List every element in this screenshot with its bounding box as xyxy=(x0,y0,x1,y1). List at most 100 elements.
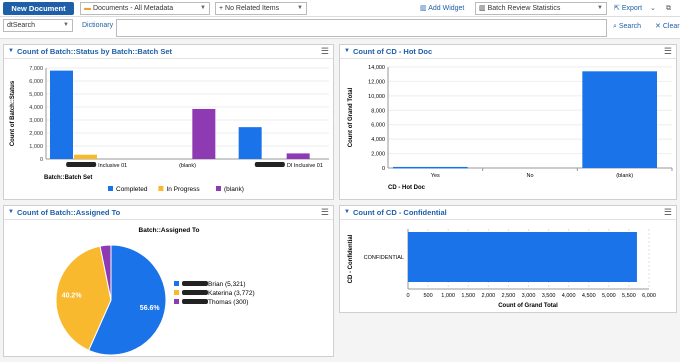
redaction-mark xyxy=(182,281,208,286)
x-tick-label: (blank) xyxy=(179,163,196,169)
chevron-down-icon: ▼ xyxy=(200,5,206,11)
hot-doc-widget: ▼ Count of CD - Hot Doc ☰ 0 2,000 4,000 6,0… xyxy=(339,44,677,200)
y-tick-label: 2,000 xyxy=(371,152,385,158)
clear-button-label: Clear xyxy=(662,23,680,30)
legend-swatch xyxy=(174,290,179,295)
search-button-label: Search xyxy=(618,23,642,30)
bar xyxy=(286,153,310,159)
x-tick-label: No xyxy=(526,173,533,179)
y-tick-label: 0 xyxy=(382,166,385,172)
related-items-label: + No Related Items xyxy=(219,5,280,12)
dictionary-link[interactable]: Dictionary xyxy=(82,19,113,32)
legend-swatch xyxy=(174,281,179,286)
x-tick-label: 4,000 xyxy=(562,293,576,299)
x-tick-label: 3,000 xyxy=(522,293,536,299)
search-input[interactable] xyxy=(116,19,607,37)
export-icon: ⇱ xyxy=(614,5,620,12)
legend-label: Katerina (3,772) xyxy=(208,290,255,297)
search-button[interactable]: ⌕ Search xyxy=(613,20,641,33)
y-axis-label: Count of Grand Total xyxy=(348,87,354,147)
search-icon: ⌕ xyxy=(613,23,617,30)
slice-label: 40.2% xyxy=(62,293,83,300)
y-tick-label: 3,000 xyxy=(29,118,43,124)
chevron-down-icon: ⌄ xyxy=(650,5,656,12)
bar xyxy=(50,70,73,159)
export-button[interactable]: ⇱ Export xyxy=(614,2,642,15)
menu-icon[interactable]: ☰ xyxy=(321,46,329,57)
popout-icon: ⧉ xyxy=(666,5,671,12)
x-axis-label: Count of Grand Total xyxy=(498,303,558,309)
collapse-icon[interactable]: ▼ xyxy=(8,48,14,54)
hot-doc-chart: 0 2,000 4,000 6,000 8,000 10,000 12,000 14,000 C… xyxy=(348,65,673,191)
redaction-mark xyxy=(66,162,97,167)
chevron-down-icon: ▼ xyxy=(297,5,303,11)
x-tick-label: 500 xyxy=(423,293,432,299)
assigned-to-widget: ▼ Count of Batch::Assigned To ☰ Batch::A… xyxy=(3,205,334,357)
batch-status-widget: ▼ Count of Batch::Status by Batch::Batch… xyxy=(3,44,334,200)
y-axis-label: Count of Batch::Status xyxy=(10,80,16,146)
confidential-widget: ▼ Count of CD - Confidential ☰ 0 500 1,000… xyxy=(339,205,677,313)
folder-icon: ▬ xyxy=(84,5,91,12)
widget-header: ▼ Count of CD - Confidential ☰ xyxy=(340,206,676,220)
related-items-select[interactable]: + No Related Items ▼ xyxy=(215,2,307,15)
clear-button[interactable]: ✕ Clear xyxy=(655,20,680,33)
dashboard-label: Batch Review Statistics xyxy=(487,5,561,12)
add-widget-button[interactable]: ▥ Add Widget xyxy=(420,2,464,15)
widget-title: Count of Batch::Status by Batch::Batch S… xyxy=(17,47,173,56)
bar xyxy=(238,127,262,159)
y-tick-label: 6,000 xyxy=(371,123,385,129)
y-tick-label: 12,000 xyxy=(368,79,385,85)
bar xyxy=(582,71,657,168)
x-tick-label: (blank) xyxy=(616,173,633,179)
widget-header: ▼ Count of CD - Hot Doc ☰ xyxy=(340,45,676,59)
y-axis-label: CD - Confidential xyxy=(348,234,354,283)
legend-label: In Progress xyxy=(166,186,200,193)
y-tick-label: 5,000 xyxy=(29,92,43,98)
x-tick-label: 4,500 xyxy=(582,293,596,299)
x-axis-label: Batch::Batch Set xyxy=(44,175,92,181)
chevron-down-icon: ▼ xyxy=(63,22,69,28)
add-widget-label: Add Widget xyxy=(428,5,465,12)
x-tick-label: 5,000 xyxy=(602,293,616,299)
bar xyxy=(74,154,97,159)
y-tick-label: CONFIDENTIAL xyxy=(364,255,404,261)
legend-label: (blank) xyxy=(224,186,244,193)
x-tick-label: 2,500 xyxy=(502,293,516,299)
y-tick-label: 4,000 xyxy=(29,105,43,111)
widget-header: ▼ Count of Batch::Assigned To ☰ xyxy=(4,206,333,220)
y-tick-label: 6,000 xyxy=(29,79,43,85)
dashboard-select[interactable]: ▥ Batch Review Statistics ▼ xyxy=(475,2,607,15)
menu-icon[interactable]: ☰ xyxy=(664,46,672,57)
documents-view-select[interactable]: ▬ Documents - All Metadata ▼ xyxy=(80,2,210,15)
y-tick-label: 0 xyxy=(40,157,43,163)
export-menu-button[interactable]: ⌄ xyxy=(650,2,656,15)
collapse-icon[interactable]: ▼ xyxy=(344,48,350,54)
search-type-select[interactable]: dtSearch ▼ xyxy=(3,19,73,32)
x-axis-label: CD - Hot Doc xyxy=(388,185,426,191)
collapse-icon[interactable]: ▼ xyxy=(344,209,350,215)
widget-title: Count of CD - Confidential xyxy=(353,208,447,217)
y-tick-label: 14,000 xyxy=(368,65,385,71)
search-type-label: dtSearch xyxy=(7,22,36,29)
y-tick-label: 7,000 xyxy=(29,66,43,72)
documents-view-label: Documents - All Metadata xyxy=(92,5,174,12)
new-document-button[interactable]: New Document xyxy=(3,2,74,15)
collapse-icon[interactable]: ▼ xyxy=(8,209,14,215)
popout-button[interactable]: ⧉ xyxy=(666,2,671,15)
search-bar: dtSearch ▼ Dictionary ⌕ Search ✕ Clear xyxy=(0,17,680,39)
redaction-mark xyxy=(182,290,208,295)
x-tick-label: 1,000 xyxy=(441,293,455,299)
redaction-mark xyxy=(182,299,208,304)
y-tick-label: 2,000 xyxy=(29,131,43,137)
y-tick-label: 8,000 xyxy=(371,108,385,114)
legend-swatch xyxy=(158,186,164,191)
menu-icon[interactable]: ☰ xyxy=(664,207,672,218)
x-tick-label: 3,500 xyxy=(542,293,556,299)
export-label: Export xyxy=(621,5,643,12)
chart-icon: ▥ xyxy=(420,5,427,12)
legend-swatch xyxy=(216,186,221,191)
menu-icon[interactable]: ☰ xyxy=(321,207,329,218)
confidential-chart: 0 500 1,000 1,500 2,000 2,500 3,000 3,500 4,000 4… xyxy=(348,229,656,309)
x-tick-label: Yes xyxy=(431,173,440,179)
batch-status-chart: 0 1,000 2,000 3,000 4,000 5,000 6,000 7,000 Coun… xyxy=(10,66,329,193)
